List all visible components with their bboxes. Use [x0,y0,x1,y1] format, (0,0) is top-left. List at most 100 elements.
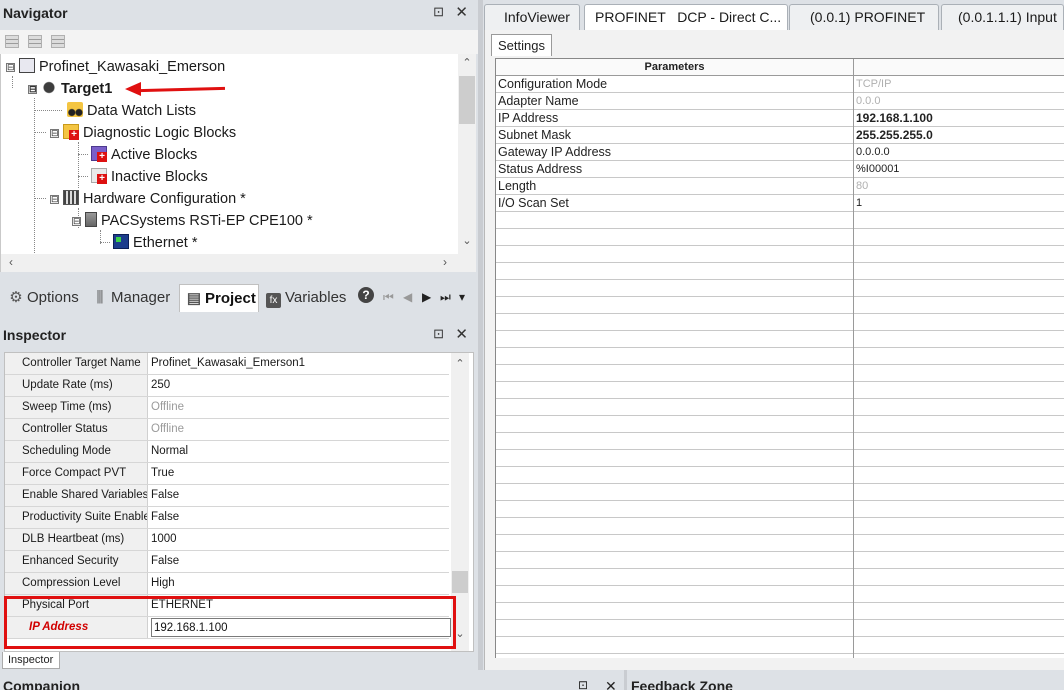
parameter-value[interactable]: 255.255.255.0 [856,127,933,143]
tree-item-cpu[interactable]: ⊟ PACSystems RSTi-EP CPE100 * [72,210,313,232]
property-value[interactable]: False [151,551,447,572]
scroll-up-icon[interactable]: ⌃ [458,56,476,72]
property-row[interactable]: DLB Heartbeat (ms) 1000 [5,529,449,551]
tree-item-diagnostic-logic-blocks[interactable]: ⊟ Diagnostic Logic Blocks [50,122,236,144]
property-key: Controller Target Name [5,353,148,374]
parameter-row[interactable]: IP Address 192.168.1.100 [496,110,1064,127]
property-value[interactable]: 1000 [151,529,447,550]
tab-profinet-dcp[interactable]: PROFINET DCP - Direct C... [584,4,788,30]
close-icon[interactable]: ✕ [455,325,468,343]
parameter-row[interactable]: Adapter Name 0.0.0 [496,93,1064,110]
toolbar-image-icon[interactable] [28,35,42,48]
collapse-icon[interactable]: ⊟ [72,216,81,226]
parameter-row[interactable]: I/O Scan Set 1 [496,195,1064,212]
scroll-down-icon[interactable]: ⌄ [458,234,476,250]
tab-project[interactable]: ▤ Project [179,284,259,312]
parameter-value[interactable]: 1 [856,195,862,211]
property-row[interactable]: Update Rate (ms) 250 [5,375,449,397]
parameter-value[interactable]: 192.168.1.100 [856,110,933,126]
tree-item-label: Target1 [61,81,113,97]
tab-profinet-0-0-1[interactable]: (0.0.1) PROFINET [789,4,939,30]
next-tab-icon[interactable]: ▶ [422,290,431,304]
property-row[interactable]: Productivity Suite Enabled False [5,507,449,529]
feedback-zone-title: Feedback Zone [631,678,733,690]
collapse-icon[interactable]: ⊟ [50,128,59,138]
tab-menu-icon[interactable]: ▾ [459,290,465,304]
property-row[interactable]: Enhanced Security False [5,551,449,573]
tree-item-hardware-configuration[interactable]: ⊟ Hardware Configuration * [50,188,246,210]
property-row[interactable]: Sweep Time (ms) Offline [5,397,449,419]
tree-item-project[interactable]: ⊟ Profinet_Kawasaki_Emerson [6,56,225,78]
inspector-title-bar: Inspector ⊡ ✕ [0,322,478,350]
property-value[interactable]: True [151,463,447,484]
parameter-value[interactable]: 0.0.0.0 [856,144,890,160]
tab-settings[interactable]: Settings [491,34,552,56]
property-value[interactable]: False [151,485,447,506]
parameter-row[interactable]: Length 80 [496,178,1064,195]
collapse-icon[interactable]: ⊟ [28,84,37,94]
empty-grid-row [496,569,1064,586]
property-key: DLB Heartbeat (ms) [5,529,148,550]
pin-icon[interactable]: ⊡ [433,326,444,342]
empty-grid-row [496,348,1064,365]
tree-vertical-scrollbar[interactable]: ⌃ ⌄ [458,54,476,254]
property-value[interactable]: Profinet_Kawasaki_Emerson1 [151,353,447,374]
collapse-icon[interactable]: ⊟ [50,194,59,204]
property-value[interactable]: False [151,507,447,528]
property-row[interactable]: Scheduling Mode Normal [5,441,449,463]
property-row[interactable]: Controller Status Offline [5,419,449,441]
tree-item-ethernet[interactable]: Ethernet * [113,232,198,254]
tab-inspector[interactable]: Inspector [2,652,60,669]
parameter-row[interactable]: Subnet Mask 255.255.255.0 [496,127,1064,144]
scroll-right-icon[interactable]: › [437,255,453,269]
scrollbar-thumb[interactable] [459,76,475,124]
pin-icon[interactable]: ⊡ [578,678,588,690]
property-value[interactable]: Offline [151,397,447,418]
parameter-value[interactable]: TCP/IP [856,76,891,92]
toolbar-grid-icon[interactable] [5,35,19,48]
parameter-value[interactable]: 80 [856,178,868,194]
property-row[interactable]: Enable Shared Variables False [5,485,449,507]
tab-input-0-0-1-1-1[interactable]: (0.0.1.1.1) Input [941,4,1064,30]
inactive-blocks-icon [91,168,107,184]
tree-item-inactive-blocks[interactable]: Inactive Blocks [91,166,208,188]
tab-infoviewer[interactable]: InfoViewer [484,4,580,30]
tab-options[interactable]: ⚙ Options [2,284,86,312]
property-value[interactable]: Normal [151,441,447,462]
parameter-row[interactable]: Configuration Mode TCP/IP [496,76,1064,93]
empty-grid-row [496,433,1064,450]
scroll-up-icon[interactable]: ⌃ [451,357,469,373]
property-key: Enable Shared Variables [5,485,148,506]
toolbar-list-icon[interactable] [51,35,65,48]
property-row[interactable]: Compression Level High [5,573,449,595]
first-tab-icon[interactable]: ⏮ [383,290,394,305]
parameter-row[interactable]: Gateway IP Address 0.0.0.0 [496,144,1064,161]
parameter-key: Status Address [498,162,583,176]
last-tab-icon[interactable]: ⏭ [440,290,451,305]
scrollbar-thumb[interactable] [452,571,468,593]
tab-manager[interactable]: ⫼ Manager [86,284,178,312]
close-icon[interactable]: ✕ [605,678,617,690]
parameter-value[interactable]: %I00001 [856,161,899,177]
property-row[interactable]: Controller Target Name Profinet_Kawasaki_… [5,353,449,375]
close-icon[interactable]: ✕ [455,3,468,21]
property-value[interactable]: 250 [151,375,447,396]
scroll-left-icon[interactable]: ‹ [3,255,19,269]
prev-tab-icon[interactable]: ◀ [403,290,412,304]
tree-item-target1[interactable]: ⊟ Target1 [28,78,112,100]
pane-splitter[interactable] [478,0,483,670]
tab-variables[interactable]: fx Variables [260,284,352,312]
pin-icon[interactable]: ⊡ [433,4,444,20]
app-window: Navigator ⊡ ✕ ⊟ Profinet_Kawasaki_Emerson… [0,0,1064,690]
empty-grid-row [496,654,1064,658]
tree-item-data-watch-lists[interactable]: Data Watch Lists [67,100,196,122]
parameter-row[interactable]: Status Address %I00001 [496,161,1064,178]
property-value[interactable]: High [151,573,447,594]
tree-item-active-blocks[interactable]: Active Blocks [91,144,197,166]
parameter-value[interactable]: 0.0.0 [856,93,880,109]
property-value[interactable]: Offline [151,419,447,440]
tree-horizontal-scrollbar[interactable]: ‹ › [1,254,476,272]
property-row[interactable]: Force Compact PVT True [5,463,449,485]
help-icon[interactable]: ? [358,287,374,303]
collapse-icon[interactable]: ⊟ [6,62,15,72]
